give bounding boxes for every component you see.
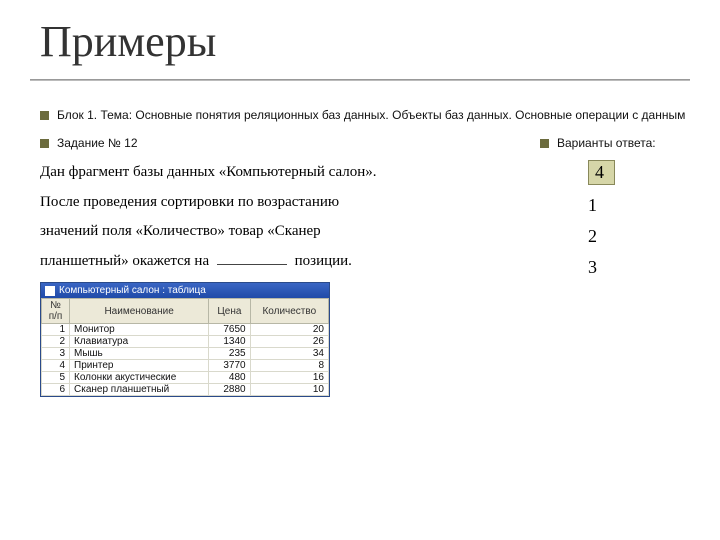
cell: 8 (250, 360, 328, 372)
topic-bar: Блок 1. Тема: Основные понятия реляционн… (40, 108, 710, 122)
cell: 3770 (209, 360, 250, 372)
cell: 34 (250, 348, 328, 360)
table-icon (45, 286, 55, 296)
slide-title: Примеры (40, 16, 690, 67)
cell: 10 (250, 384, 328, 396)
cell: Принтер (70, 360, 209, 372)
cell: 7650 (209, 324, 250, 336)
cell: 4 (42, 360, 70, 372)
task-text: После проведения сортировки по возрастан… (40, 194, 339, 210)
answer-option[interactable]: 2 (588, 226, 710, 247)
cell: 3 (42, 348, 70, 360)
answer-option[interactable]: 1 (588, 195, 710, 216)
topic-text: Блок 1. Тема: Основные понятия реляционн… (57, 108, 685, 122)
answers-title: Варианты ответа: (557, 136, 656, 150)
answers-panel: Варианты ответа: 4 1 2 3 (540, 136, 710, 397)
task-text: планшетный» окажется на (40, 253, 209, 269)
cell: Монитор (70, 324, 209, 336)
cell: 16 (250, 372, 328, 384)
cell: 1340 (209, 336, 250, 348)
title-area: Примеры (0, 0, 720, 73)
fill-blank[interactable] (217, 251, 287, 265)
slide: Примеры Блок 1. Тема: Основные понятия р… (0, 0, 720, 540)
bullet-icon (40, 139, 49, 148)
task-text: позиции. (295, 253, 352, 269)
answer-option[interactable]: 3 (588, 257, 710, 278)
task-panel: Задание № 12 Дан фрагмент базы данных «К… (40, 136, 526, 397)
cell: 5 (42, 372, 70, 384)
task-body: Дан фрагмент базы данных «Компьютерный с… (40, 160, 526, 274)
cell: 6 (42, 384, 70, 396)
task-text: значений поля «Количество» товар «Сканер (40, 223, 321, 239)
db-tbody: 1 Монитор 7650 20 2 Клавиатура 1340 26 (42, 324, 329, 396)
content-area: Блок 1. Тема: Основные понятия реляционн… (40, 108, 710, 397)
cell: 2880 (209, 384, 250, 396)
cell: Колонки акустические (70, 372, 209, 384)
cell: 2 (42, 336, 70, 348)
table-row: 5 Колонки акустические 480 16 (42, 372, 329, 384)
bullet-icon (540, 139, 549, 148)
table-row: 1 Монитор 7650 20 (42, 324, 329, 336)
answer-text: 2 (588, 226, 597, 246)
main-row: Задание № 12 Дан фрагмент базы данных «К… (40, 136, 710, 397)
cell: 26 (250, 336, 328, 348)
cell: 1 (42, 324, 70, 336)
task-header: Задание № 12 (40, 136, 526, 150)
answer-text: 1 (588, 195, 597, 215)
cell: Мышь (70, 348, 209, 360)
title-underline (30, 79, 690, 81)
bullet-icon (40, 111, 49, 120)
col-header: Наименование (70, 299, 209, 324)
task-number: Задание № 12 (57, 136, 138, 150)
db-window: Компьютерный салон : таблица № п/п Наиме… (40, 282, 330, 397)
cell: 20 (250, 324, 328, 336)
table-row: 2 Клавиатура 1340 26 (42, 336, 329, 348)
answer-option[interactable]: 4 (588, 160, 710, 185)
col-header: Цена (209, 299, 250, 324)
db-titlebar: Компьютерный салон : таблица (41, 283, 329, 298)
answer-highlight: 4 (588, 160, 615, 185)
answers-list: 4 1 2 3 (540, 160, 710, 278)
table-row: 4 Принтер 3770 8 (42, 360, 329, 372)
col-header: № п/п (42, 299, 70, 324)
answer-text: 3 (588, 257, 597, 277)
cell: Сканер планшетный (70, 384, 209, 396)
cell: 235 (209, 348, 250, 360)
col-header: Количество (250, 299, 328, 324)
table-row: 3 Мышь 235 34 (42, 348, 329, 360)
db-table: № п/п Наименование Цена Количество 1 Мон… (41, 298, 329, 396)
table-row: 6 Сканер планшетный 2880 10 (42, 384, 329, 396)
cell: 480 (209, 372, 250, 384)
cell: Клавиатура (70, 336, 209, 348)
answers-header: Варианты ответа: (540, 136, 710, 150)
task-text: Дан фрагмент базы данных «Компьютерный с… (40, 164, 377, 180)
db-title: Компьютерный салон : таблица (59, 285, 206, 296)
